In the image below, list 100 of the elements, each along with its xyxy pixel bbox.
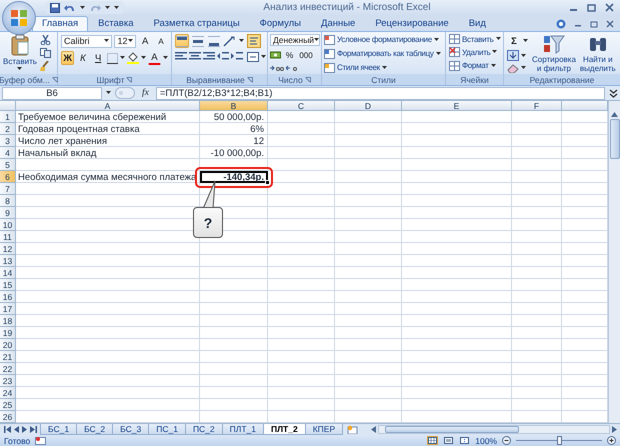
wrap-text-icon[interactable] [247, 34, 261, 48]
row-header[interactable]: 11 [0, 231, 16, 243]
caret-icon[interactable] [261, 55, 266, 59]
row-header[interactable]: 16 [0, 291, 16, 303]
last-sheet-icon[interactable] [30, 426, 37, 433]
shrink-font-button[interactable]: A [154, 34, 168, 48]
font-style-button[interactable]: Ч [92, 51, 105, 65]
column-header[interactable]: F [512, 101, 562, 111]
row-header[interactable]: 24 [0, 387, 16, 399]
thousands-button[interactable]: 000 [297, 48, 315, 62]
caret-icon[interactable] [436, 52, 441, 56]
caret-icon[interactable] [434, 38, 439, 42]
column-header[interactable]: A [16, 101, 200, 111]
close-icon[interactable] [606, 20, 614, 28]
font-name-field[interactable]: Calibri [61, 34, 112, 48]
dialog-launcher-icon[interactable] [52, 76, 58, 82]
row-header[interactable]: 20 [0, 339, 16, 351]
caret-icon[interactable] [314, 38, 320, 42]
cells-menu-button[interactable]: Вставить [449, 33, 500, 46]
font-style-button[interactable]: Ж [61, 51, 74, 65]
row-header[interactable]: 13 [0, 255, 16, 267]
row-header[interactable]: 3 [0, 135, 16, 147]
caret-icon[interactable] [521, 54, 526, 58]
undo-icon[interactable] [64, 2, 76, 12]
caret-icon[interactable] [523, 39, 528, 43]
caret-icon[interactable] [120, 56, 125, 60]
sheet-tab[interactable]: БС_3 [112, 424, 150, 435]
font-style-button[interactable]: К [76, 51, 90, 65]
caret-icon[interactable] [80, 6, 85, 10]
caret-icon[interactable] [163, 56, 168, 60]
decrease-decimal-icon[interactable] [286, 64, 300, 73]
cells-menu-button[interactable]: Формат [449, 60, 500, 72]
row-header[interactable]: 7 [0, 183, 16, 195]
ribbon-tab[interactable]: Главная [32, 16, 88, 31]
scrollbar-thumb[interactable] [385, 426, 520, 433]
dialog-launcher-icon[interactable] [126, 76, 132, 82]
align-right-icon[interactable] [203, 51, 215, 61]
caret-icon[interactable] [490, 64, 496, 68]
row-header[interactable]: 12 [0, 243, 16, 255]
column-header[interactable]: B [200, 101, 268, 111]
column-header[interactable]: D [335, 101, 402, 111]
font-size-field[interactable]: 12 [114, 34, 136, 48]
row-header[interactable]: 6 [0, 171, 16, 183]
text-orientation-icon[interactable] [223, 36, 237, 46]
paste-button[interactable]: Вставить [3, 34, 37, 72]
row-header[interactable]: 9 [0, 207, 16, 219]
row-header[interactable]: 14 [0, 267, 16, 279]
slider-thumb[interactable] [557, 436, 562, 445]
row-header[interactable]: 5 [0, 159, 16, 171]
align-left-icon[interactable] [175, 51, 187, 61]
copy-icon[interactable] [40, 48, 51, 58]
view-mode-button[interactable] [459, 436, 470, 445]
close-icon[interactable] [605, 3, 614, 12]
row-header[interactable]: 22 [0, 363, 16, 375]
caret-icon[interactable] [492, 50, 498, 54]
ribbon-tab[interactable]: Формулы [250, 16, 312, 31]
row-header[interactable]: 18 [0, 315, 16, 327]
row-header[interactable]: 2 [0, 123, 16, 135]
fill-down-icon[interactable] [507, 50, 519, 61]
sheet-tab[interactable]: БС_2 [76, 424, 114, 435]
scroll-up-icon[interactable] [611, 112, 618, 117]
sheet-tab[interactable]: КПЕР [304, 424, 344, 435]
styles-menu-button[interactable]: Стили ячеек [324, 61, 444, 74]
view-mode-button[interactable] [427, 436, 438, 445]
insert-sheet-icon[interactable] [347, 425, 360, 434]
vertical-align-button[interactable] [191, 34, 205, 48]
zoom-in-icon[interactable] [607, 436, 616, 445]
dialog-launcher-icon[interactable] [304, 76, 311, 82]
vertical-align-button[interactable] [175, 34, 189, 48]
caret-icon[interactable] [17, 67, 22, 71]
currency-icon[interactable] [270, 50, 282, 60]
name-box[interactable]: B6 [2, 86, 102, 100]
fill-color-icon[interactable] [126, 52, 139, 64]
ribbon-tab[interactable]: Рецензирование [365, 16, 459, 31]
column-header[interactable]: C [268, 101, 335, 111]
row-header[interactable]: 1 [0, 111, 16, 123]
borders-icon[interactable] [106, 52, 118, 64]
grow-font-button[interactable]: A [138, 34, 152, 48]
expand-formula-bar-icon[interactable] [609, 88, 618, 98]
ribbon-tab[interactable]: Данные [311, 16, 366, 31]
increase-indent-icon[interactable] [231, 51, 243, 61]
row-header[interactable]: 23 [0, 375, 16, 387]
view-mode-button[interactable] [443, 436, 454, 445]
scroll-right-icon[interactable] [612, 426, 617, 433]
scrollbar-thumb[interactable] [610, 119, 620, 159]
styles-menu-button[interactable]: Форматировать как таблицу [324, 47, 444, 60]
styles-menu-button[interactable]: Условное форматирование [324, 33, 444, 46]
sort-filter-button[interactable]: Сортировка и фильтр [532, 34, 576, 72]
autosum-button[interactable]: Σ [507, 34, 521, 48]
font-color-button[interactable]: A [148, 51, 161, 65]
caret-icon[interactable] [140, 56, 146, 60]
scissors-icon[interactable] [40, 35, 51, 45]
zoom-out-icon[interactable] [502, 436, 511, 445]
help-icon[interactable] [556, 18, 566, 28]
row-header[interactable]: 15 [0, 279, 16, 291]
number-format-field[interactable]: Денежный [270, 34, 320, 46]
paintbrush-icon[interactable] [40, 61, 51, 71]
vertical-align-button[interactable] [207, 34, 221, 48]
ribbon-tab[interactable]: Разметка страницы [143, 16, 250, 31]
next-sheet-icon[interactable] [22, 426, 27, 433]
